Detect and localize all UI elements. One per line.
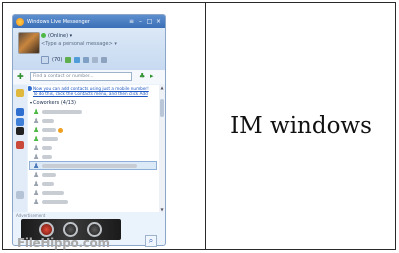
buddy-offline-icon: ♟ xyxy=(33,197,40,206)
messenger-window: Windows Live Messenger ≡ – □ × (Online) … xyxy=(12,14,166,246)
buddy-offline-icon: ♟ xyxy=(33,179,40,188)
contact-row[interactable]: ♟ xyxy=(33,153,52,161)
left-sidebar xyxy=(13,85,27,212)
contact-name-redacted xyxy=(42,155,52,159)
caption-text: IM windows xyxy=(230,113,372,139)
contact-name-redacted xyxy=(42,110,82,114)
menu-icon[interactable]: ≡ xyxy=(128,18,135,25)
buddy-offline-icon: ♟ xyxy=(33,170,40,179)
collapse-arrow-icon: ▾ xyxy=(30,100,33,105)
contact-name-redacted xyxy=(42,137,58,141)
scroll-up-icon[interactable]: ▲ xyxy=(159,85,165,90)
contact-row[interactable]: ♟ xyxy=(33,171,56,179)
status-text: (Online) xyxy=(48,33,69,39)
show-menu-icon[interactable] xyxy=(92,57,99,63)
contact-name-redacted xyxy=(42,182,54,186)
contact-list-scrollbar[interactable]: ▲ ▼ xyxy=(159,85,165,212)
photos-icon[interactable] xyxy=(74,57,81,63)
notice-link[interactable]: Now you can add contacts using just a mo… xyxy=(33,86,149,96)
help-icon[interactable] xyxy=(16,118,24,126)
notice-info-icon xyxy=(28,86,32,91)
personal-message-field[interactable]: <Type a personal message> ▾ xyxy=(41,41,117,47)
scroll-down-icon[interactable]: ▼ xyxy=(159,207,165,212)
search-icon[interactable]: ⌕ xyxy=(145,235,157,247)
scroll-thumb[interactable] xyxy=(160,99,164,117)
contact-row[interactable]: ♟ xyxy=(33,162,137,170)
sidebar-down-icon[interactable] xyxy=(16,191,24,199)
maximize-button[interactable]: □ xyxy=(146,18,153,25)
minimize-button[interactable]: – xyxy=(137,18,144,25)
title-bar: Windows Live Messenger ≡ – □ × xyxy=(13,15,165,28)
outer-frame: Windows Live Messenger ≡ – □ × (Online) … xyxy=(2,2,396,250)
contact-row[interactable]: ♟ xyxy=(33,144,52,152)
profile-header: (Online) ▾ <Type a personal message> ▾ (… xyxy=(13,28,165,70)
contact-name-redacted xyxy=(42,200,68,204)
contact-row[interactable]: ♟ xyxy=(33,135,58,143)
contact-name-redacted xyxy=(42,128,56,132)
info-icon[interactable] xyxy=(16,108,24,116)
contact-row[interactable]: ♟ xyxy=(33,189,64,197)
star-icon[interactable] xyxy=(16,89,24,97)
search-input[interactable]: Find a contact or number... xyxy=(30,72,132,81)
buddy-offline-icon: ♟ xyxy=(33,143,40,152)
ad-knob-left xyxy=(39,222,54,237)
add-contact-button-icon[interactable]: ♣ xyxy=(139,73,146,80)
contact-row[interactable]: ♟ xyxy=(33,108,82,116)
group-header[interactable]: ▾Coworkers (4/13) xyxy=(30,100,76,106)
notice-line-2: To do this, click the Contacts menu, and… xyxy=(33,91,148,96)
add-contact-icon[interactable]: ✚ xyxy=(17,73,26,81)
contact-name-redacted xyxy=(42,164,137,168)
buddy-offline-icon: ♟ xyxy=(33,152,40,161)
window-title: Windows Live Messenger xyxy=(27,18,90,25)
online-status-icon xyxy=(41,33,46,38)
contact-name-redacted xyxy=(42,146,52,150)
buddy-offline-icon: ♟ xyxy=(33,116,40,125)
mobile-icon[interactable] xyxy=(16,127,24,135)
contact-name-redacted xyxy=(42,119,54,123)
contact-row[interactable]: ♟ xyxy=(33,126,63,134)
status-selector[interactable]: (Online) ▾ xyxy=(41,33,72,39)
group-name: Coworkers (4/13) xyxy=(33,100,76,106)
contact-row[interactable]: ♟ xyxy=(33,117,54,125)
messenger-logo-icon xyxy=(16,17,24,26)
ad-label: Advertisement xyxy=(16,213,46,218)
header-toolbar: (70) xyxy=(41,56,108,64)
buddy-online-icon: ♟ xyxy=(33,134,40,143)
sharing-icon[interactable] xyxy=(83,57,90,63)
avatar[interactable] xyxy=(18,32,40,54)
buddy-selected-icon: ♟ xyxy=(33,161,40,170)
contact-name-redacted xyxy=(42,191,64,195)
buddy-online-icon: ♟ xyxy=(33,125,40,134)
contact-name-redacted xyxy=(42,173,56,177)
buddy-online-icon: ♟ xyxy=(33,107,40,116)
customize-icon[interactable] xyxy=(101,57,108,63)
contact-row[interactable]: ♟ xyxy=(33,180,54,188)
contact-list: Now you can add contacts using just a mo… xyxy=(28,85,159,212)
personal-message-text: <Type a personal message> xyxy=(41,41,113,47)
ad-knob-center xyxy=(63,222,78,237)
options-icon[interactable]: ▸ xyxy=(150,73,157,80)
filehippo-watermark: FileHippo.com xyxy=(17,236,110,250)
games-icon[interactable] xyxy=(16,141,24,149)
ad-knob-right xyxy=(87,222,102,237)
contact-row[interactable]: ♟ xyxy=(33,198,68,206)
close-button[interactable]: × xyxy=(155,18,162,25)
busy-status-icon xyxy=(58,127,63,133)
mail-icon[interactable] xyxy=(41,56,49,64)
mail-count: (70) xyxy=(52,57,63,63)
spaces-icon[interactable] xyxy=(65,57,72,63)
buddy-offline-icon: ♟ xyxy=(33,188,40,197)
search-row: ✚ Find a contact or number... ♣ ▸ xyxy=(13,70,165,84)
